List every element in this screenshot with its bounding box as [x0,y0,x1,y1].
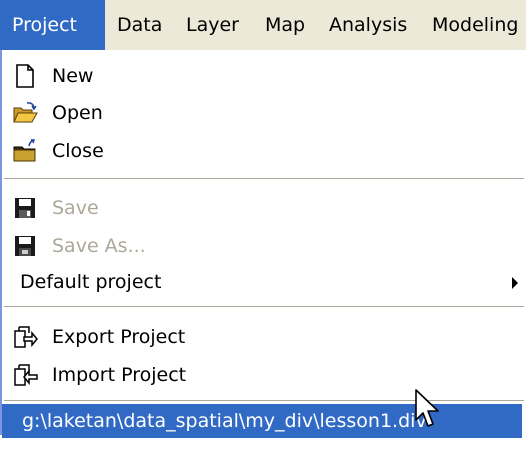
menu-layer[interactable]: Layer [174,0,253,50]
save-as-disk-icon [12,233,38,259]
menu-item-import-project[interactable]: Import Project [2,358,522,392]
menu-item-new-label: New [52,65,94,87]
menu-item-open-label: Open [52,102,103,124]
new-document-icon [12,63,38,89]
menu-item-close-label: Close [52,140,104,162]
menu-data[interactable]: Data [105,0,174,50]
menu-modeling[interactable]: Modeling [420,0,526,50]
submenu-arrow-icon [512,277,518,289]
menu-item-close[interactable]: Close [2,134,522,168]
separator [4,400,524,402]
menu-item-save[interactable]: Save [2,191,522,225]
close-folder-icon [12,138,38,164]
menu-item-save-as-label: Save As... [52,235,146,257]
menu-project[interactable]: Project [0,0,105,50]
screen: Project Data Layer Map Analysis Modeling… [0,0,526,451]
import-icon [12,362,38,388]
menu-item-default-project[interactable]: Default project [2,265,522,299]
separator [4,306,524,308]
menu-item-new[interactable]: New [2,59,522,93]
project-menu-dropdown: New Open Close Save Save As... Default p… [0,50,526,438]
menu-item-export-project[interactable]: Export Project [2,320,522,354]
open-folder-icon [12,100,38,126]
menu-item-save-label: Save [52,197,99,219]
separator [4,178,524,180]
menu-item-export-project-label: Export Project [52,326,186,348]
menu-item-default-project-label: Default project [20,271,162,293]
menu-analysis[interactable]: Analysis [317,0,420,50]
save-disk-icon [12,195,38,221]
export-icon [12,324,38,350]
menu-item-import-project-label: Import Project [52,364,187,386]
menubar: Project Data Layer Map Analysis Modeling [0,0,526,50]
menu-map[interactable]: Map [253,0,317,50]
mouse-pointer-icon [414,388,442,432]
menu-item-recent-file[interactable]: g:\laketan\data_spatial\my_div\lesson1.d… [2,404,522,438]
menu-item-recent-file-label: g:\laketan\data_spatial\my_div\lesson1.d… [22,410,427,432]
menu-item-save-as[interactable]: Save As... [2,229,522,263]
menu-item-open[interactable]: Open [2,96,522,130]
